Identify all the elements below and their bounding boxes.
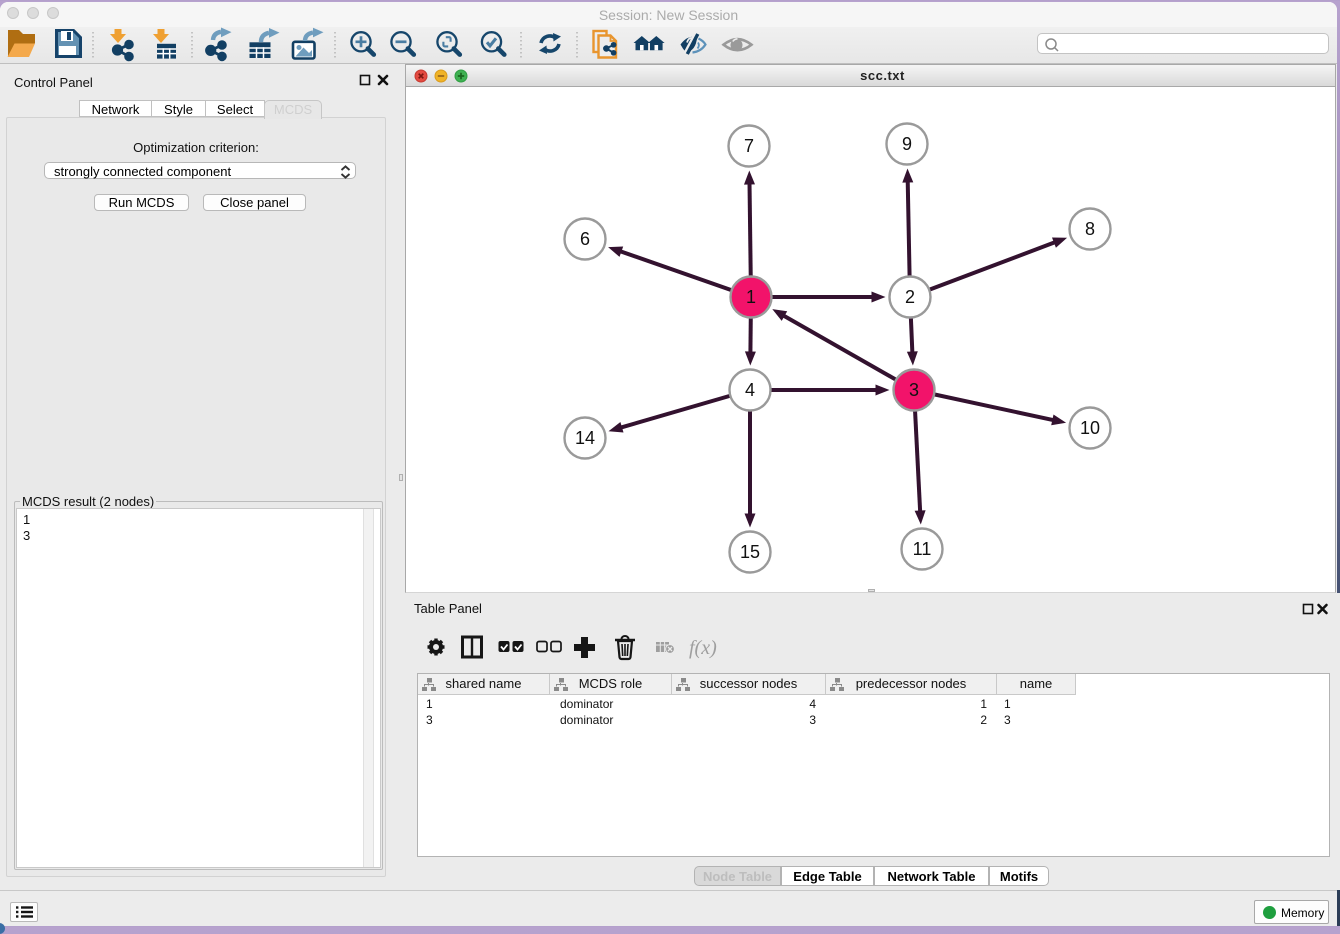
svg-text:1: 1: [746, 287, 756, 307]
svg-text:8: 8: [1085, 219, 1095, 239]
svg-text:15: 15: [740, 542, 760, 562]
svg-text:6: 6: [580, 229, 590, 249]
svg-text:7: 7: [744, 136, 754, 156]
svg-text:3: 3: [909, 380, 919, 400]
svg-text:2: 2: [905, 287, 915, 307]
svg-text:f(x): f(x): [689, 637, 717, 659]
svg-text:11: 11: [913, 539, 932, 559]
svg-text:14: 14: [575, 428, 595, 448]
svg-text:9: 9: [902, 134, 912, 154]
svg-text:10: 10: [1080, 418, 1100, 438]
svg-text:4: 4: [745, 380, 755, 400]
